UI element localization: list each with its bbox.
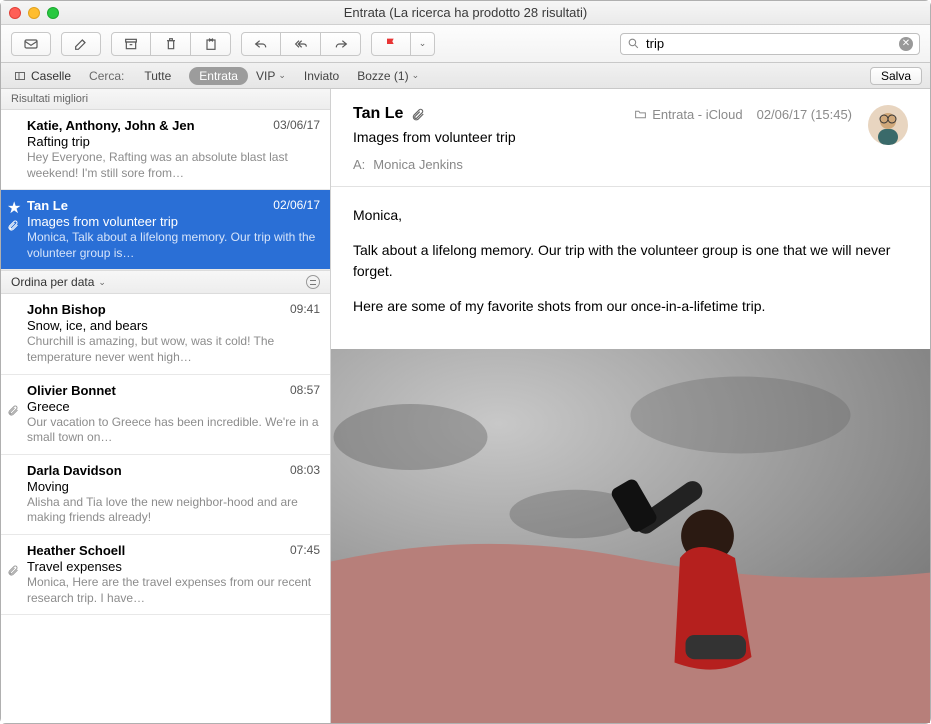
titlebar: Entrata (La ricerca ha prodotto 28 risul… [1, 1, 930, 25]
search-clear-button[interactable]: ✕ [899, 37, 913, 51]
message-row-from: Heather Schoell [27, 543, 320, 558]
toolbar: ⌄ ✕ [1, 25, 930, 63]
star-icon: ★ [7, 198, 21, 218]
filter-icon[interactable] [306, 275, 320, 289]
message-row[interactable]: Darla Davidson08:03 MovingAlisha and Tia … [1, 455, 330, 535]
message-row[interactable]: Katie, Anthony, John & Jen03/06/17Raftin… [1, 110, 330, 190]
message-row-preview: Churchill is amazing, but wow, was it co… [27, 334, 320, 365]
message-row-preview: Alisha and Tia love the new neighbor-hoo… [27, 495, 320, 526]
mailboxes-button[interactable]: Caselle [9, 67, 75, 85]
main-split: Risultati migliori Katie, Anthony, John … [1, 89, 930, 723]
forward-button[interactable] [321, 32, 361, 56]
message-row-date: 03/06/17 [273, 118, 320, 132]
message-pane: Tan Le Entrata - iCloud 02/06/17 (15:45)… [331, 89, 930, 723]
attachment-icon [7, 218, 19, 236]
reply-all-button[interactable] [281, 32, 321, 56]
message-row-subject: Greece [27, 399, 320, 414]
section-header-top-hits: Risultati migliori [1, 89, 330, 110]
window-title: Entrata (La ricerca ha prodotto 28 risul… [1, 5, 930, 20]
search-input[interactable] [640, 36, 899, 51]
close-button[interactable] [9, 7, 21, 19]
scope-drafts[interactable]: Bozze (1)⌄ [357, 69, 419, 83]
message-row-date: 09:41 [290, 302, 320, 316]
zoom-button[interactable] [47, 7, 59, 19]
message-row-preview: Hey Everyone, Rafting was an absolute bl… [27, 150, 320, 181]
message-body-line: Talk about a lifelong memory. Our trip w… [353, 240, 908, 282]
message-date: 02/06/17 (15:45) [757, 107, 852, 122]
archive-button[interactable] [111, 32, 151, 56]
message-row[interactable]: Heather Schoell07:45 Travel expensesMonic… [1, 535, 330, 615]
sidebar-icon [13, 70, 27, 82]
message-body-line: Monica, [353, 205, 908, 226]
message-header: Tan Le Entrata - iCloud 02/06/17 (15:45)… [331, 89, 930, 187]
message-row-date: 08:57 [290, 383, 320, 397]
get-mail-button[interactable] [11, 32, 51, 56]
scope-all[interactable]: Tutte [134, 67, 181, 85]
junk-button[interactable] [191, 32, 231, 56]
message-row-subject: Images from volunteer trip [27, 214, 320, 229]
message-row[interactable]: ★Tan Le02/06/17Images from volunteer tri… [1, 190, 330, 270]
message-body-line: Here are some of my favorite shots from … [353, 296, 908, 317]
sort-row[interactable]: Ordina per data⌄ [1, 270, 330, 294]
message-attachment-image[interactable] [331, 349, 930, 723]
scope-bar: Caselle Cerca: Tutte Entrata VIP⌄ Inviat… [1, 63, 930, 89]
message-row[interactable]: Olivier Bonnet08:57 GreeceOur vacation to… [1, 375, 330, 455]
attachment-icon [7, 563, 19, 581]
search-field[interactable]: ✕ [620, 33, 920, 55]
window-controls [9, 7, 59, 19]
message-to-row: A: Monica Jenkins [353, 157, 908, 172]
delete-button[interactable] [151, 32, 191, 56]
folder-icon [634, 108, 647, 121]
message-row-date: 02/06/17 [273, 198, 320, 212]
message-row-date: 07:45 [290, 543, 320, 557]
message-row-subject: Rafting trip [27, 134, 320, 149]
scope-vip[interactable]: VIP⌄ [256, 69, 286, 83]
message-row-subject: Moving [27, 479, 320, 494]
message-subject: Images from volunteer trip [353, 129, 908, 145]
message-row-from: Olivier Bonnet [27, 383, 320, 398]
reply-button[interactable] [241, 32, 281, 56]
avatar[interactable] [868, 105, 908, 145]
message-row-from: John Bishop [27, 302, 320, 317]
message-body: Monica, Talk about a lifelong memory. Our… [331, 187, 930, 349]
message-row-from: Darla Davidson [27, 463, 320, 478]
message-from: Tan Le [353, 105, 403, 123]
message-row-subject: Snow, ice, and bears [27, 318, 320, 333]
message-row[interactable]: John Bishop09:41 Snow, ice, and bearsChur… [1, 294, 330, 374]
attachment-icon [7, 403, 19, 421]
save-search-button[interactable]: Salva [870, 67, 922, 85]
message-row-preview: Monica, Here are the travel expenses fro… [27, 575, 320, 606]
message-list: Risultati migliori Katie, Anthony, John … [1, 89, 331, 723]
message-to: Monica Jenkins [373, 157, 463, 172]
message-folder[interactable]: Entrata - iCloud [634, 107, 742, 122]
flag-menu-button[interactable]: ⌄ [411, 32, 435, 56]
search-scope-label: Cerca: [89, 69, 124, 83]
search-icon [627, 37, 640, 50]
scope-sent[interactable]: Inviato [294, 67, 349, 85]
message-row-preview: Monica, Talk about a lifelong memory. Ou… [27, 230, 320, 261]
scope-inbox[interactable]: Entrata [189, 67, 248, 85]
message-row-preview: Our vacation to Greece has been incredib… [27, 415, 320, 446]
message-row-subject: Travel expenses [27, 559, 320, 574]
flag-button[interactable] [371, 32, 411, 56]
attachment-icon [411, 107, 425, 121]
minimize-button[interactable] [28, 7, 40, 19]
message-row-date: 08:03 [290, 463, 320, 477]
compose-button[interactable] [61, 32, 101, 56]
